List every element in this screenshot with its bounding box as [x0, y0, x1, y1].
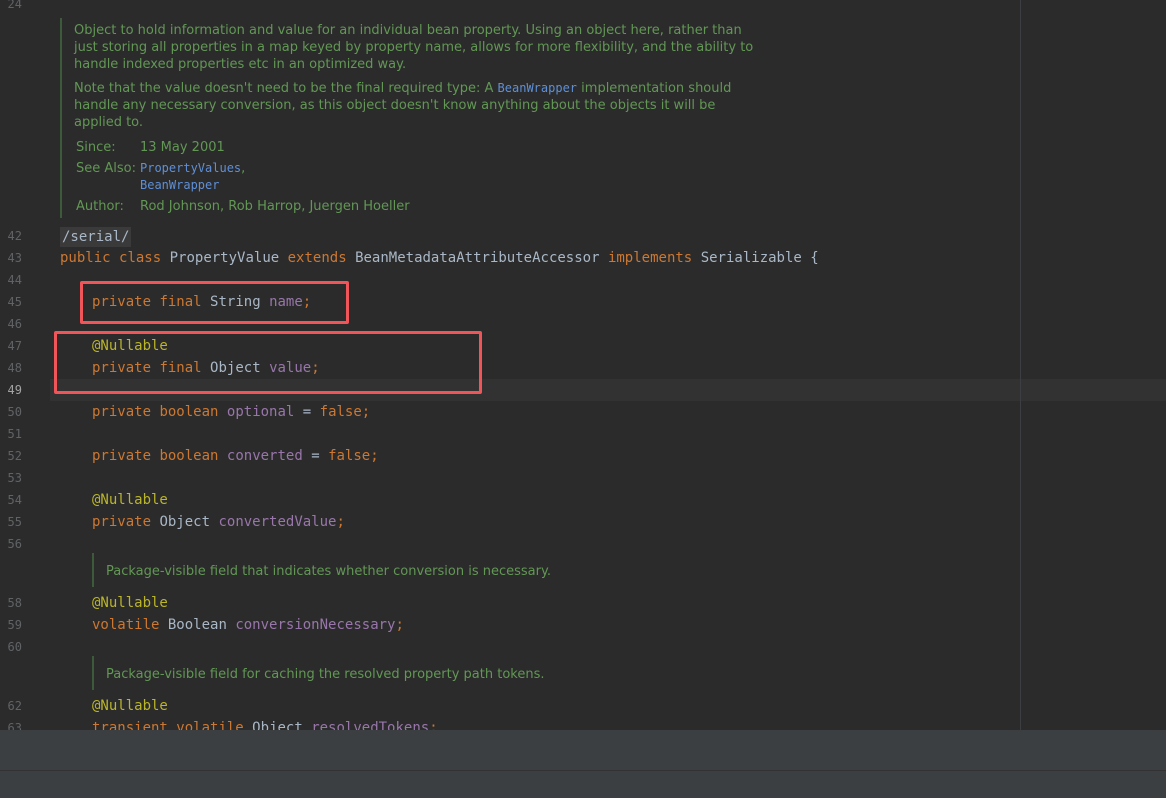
code-line-55[interactable]: private Object convertedValue; — [92, 511, 345, 533]
code-line-59[interactable]: volatile Boolean conversionNecessary; — [92, 614, 404, 636]
beanwrapper-link[interactable]: BeanWrapper — [498, 81, 577, 95]
code-line-62[interactable]: @Nullable — [92, 695, 168, 717]
code-line-43[interactable]: public class PropertyValue extends BeanM… — [60, 247, 819, 269]
highlight-box-value-field — [54, 331, 482, 394]
see-also-label: See Also: — [76, 161, 136, 176]
line-number-current: 49 — [7, 383, 22, 397]
line-number: 48 — [7, 361, 22, 375]
javadoc-bar — [60, 18, 62, 218]
javadoc-text: Object to hold information and value for… — [74, 23, 742, 38]
line-number: 59 — [7, 618, 22, 632]
line-number: 45 — [7, 295, 22, 309]
javadoc-text: handle indexed properties etc in an opti… — [74, 57, 407, 72]
line-number: 54 — [7, 493, 22, 507]
since-label: Since: — [76, 140, 116, 155]
javadoc-resolved-tokens: Package-visible field for caching the re… — [106, 667, 545, 682]
status-bar[interactable] — [0, 771, 1166, 798]
line-number: 56 — [7, 537, 22, 551]
line-number: 42 — [7, 229, 22, 243]
since-value: 13 May 2001 — [140, 140, 225, 155]
line-number: 58 — [7, 596, 22, 610]
code-line-63[interactable]: transient volatile Object resolvedTokens… — [92, 717, 438, 730]
author-value: Rod Johnson, Rob Harrop, Juergen Hoeller — [140, 199, 410, 214]
code-line-52[interactable]: private boolean converted = false; — [92, 445, 379, 467]
javadoc-bar — [92, 656, 94, 690]
code-line-58[interactable]: @Nullable — [92, 592, 168, 614]
javadoc-text: just storing all properties in a map key… — [74, 40, 754, 55]
line-number: 47 — [7, 339, 22, 353]
javadoc-bar — [92, 553, 94, 587]
line-number: 50 — [7, 405, 22, 419]
highlight-box-name-field — [80, 281, 349, 324]
line-number: 52 — [7, 449, 22, 463]
code-line-50[interactable]: private boolean optional = false; — [92, 401, 370, 423]
line-number-gutter[interactable]: 24 42 43 44 45 46 47 48 49 50 51 52 53 5… — [0, 0, 50, 730]
code-line-54[interactable]: @Nullable — [92, 489, 168, 511]
beanwrapper-link[interactable]: BeanWrapper — [140, 178, 219, 192]
line-number: 60 — [7, 640, 22, 654]
line-number: 62 — [7, 699, 22, 713]
line-number: 43 — [7, 251, 22, 265]
javadoc-text: applied to. — [74, 115, 144, 130]
line-number: 46 — [7, 317, 22, 331]
serial-tag-fold[interactable]: /serial/ — [60, 227, 132, 247]
javadoc-text: handle any necessary conversion, as this… — [74, 98, 716, 113]
javadoc-conversion-necessary: Package-visible field that indicates whe… — [106, 564, 551, 579]
line-number: 51 — [7, 427, 22, 441]
line-number: 55 — [7, 515, 22, 529]
author-label: Author: — [76, 199, 124, 214]
right-margin-guide — [1020, 0, 1021, 730]
line-number: 63 — [7, 721, 22, 730]
line-number: 44 — [7, 273, 22, 287]
propertyvalues-link[interactable]: PropertyValues — [140, 161, 241, 175]
javadoc-class-description: Object to hold information and value for… — [74, 22, 753, 131]
line-number: 24 — [7, 0, 22, 11]
bottom-tool-panel[interactable] — [0, 730, 1166, 771]
code-editor[interactable]: 24 42 43 44 45 46 47 48 49 50 51 52 53 5… — [0, 0, 1166, 730]
see-also-item: PropertyValues, — [140, 161, 246, 176]
line-number: 53 — [7, 471, 22, 485]
see-also-item: BeanWrapper — [140, 177, 219, 194]
javadoc-note: Note that the value doesn't need to be t… — [74, 81, 732, 96]
